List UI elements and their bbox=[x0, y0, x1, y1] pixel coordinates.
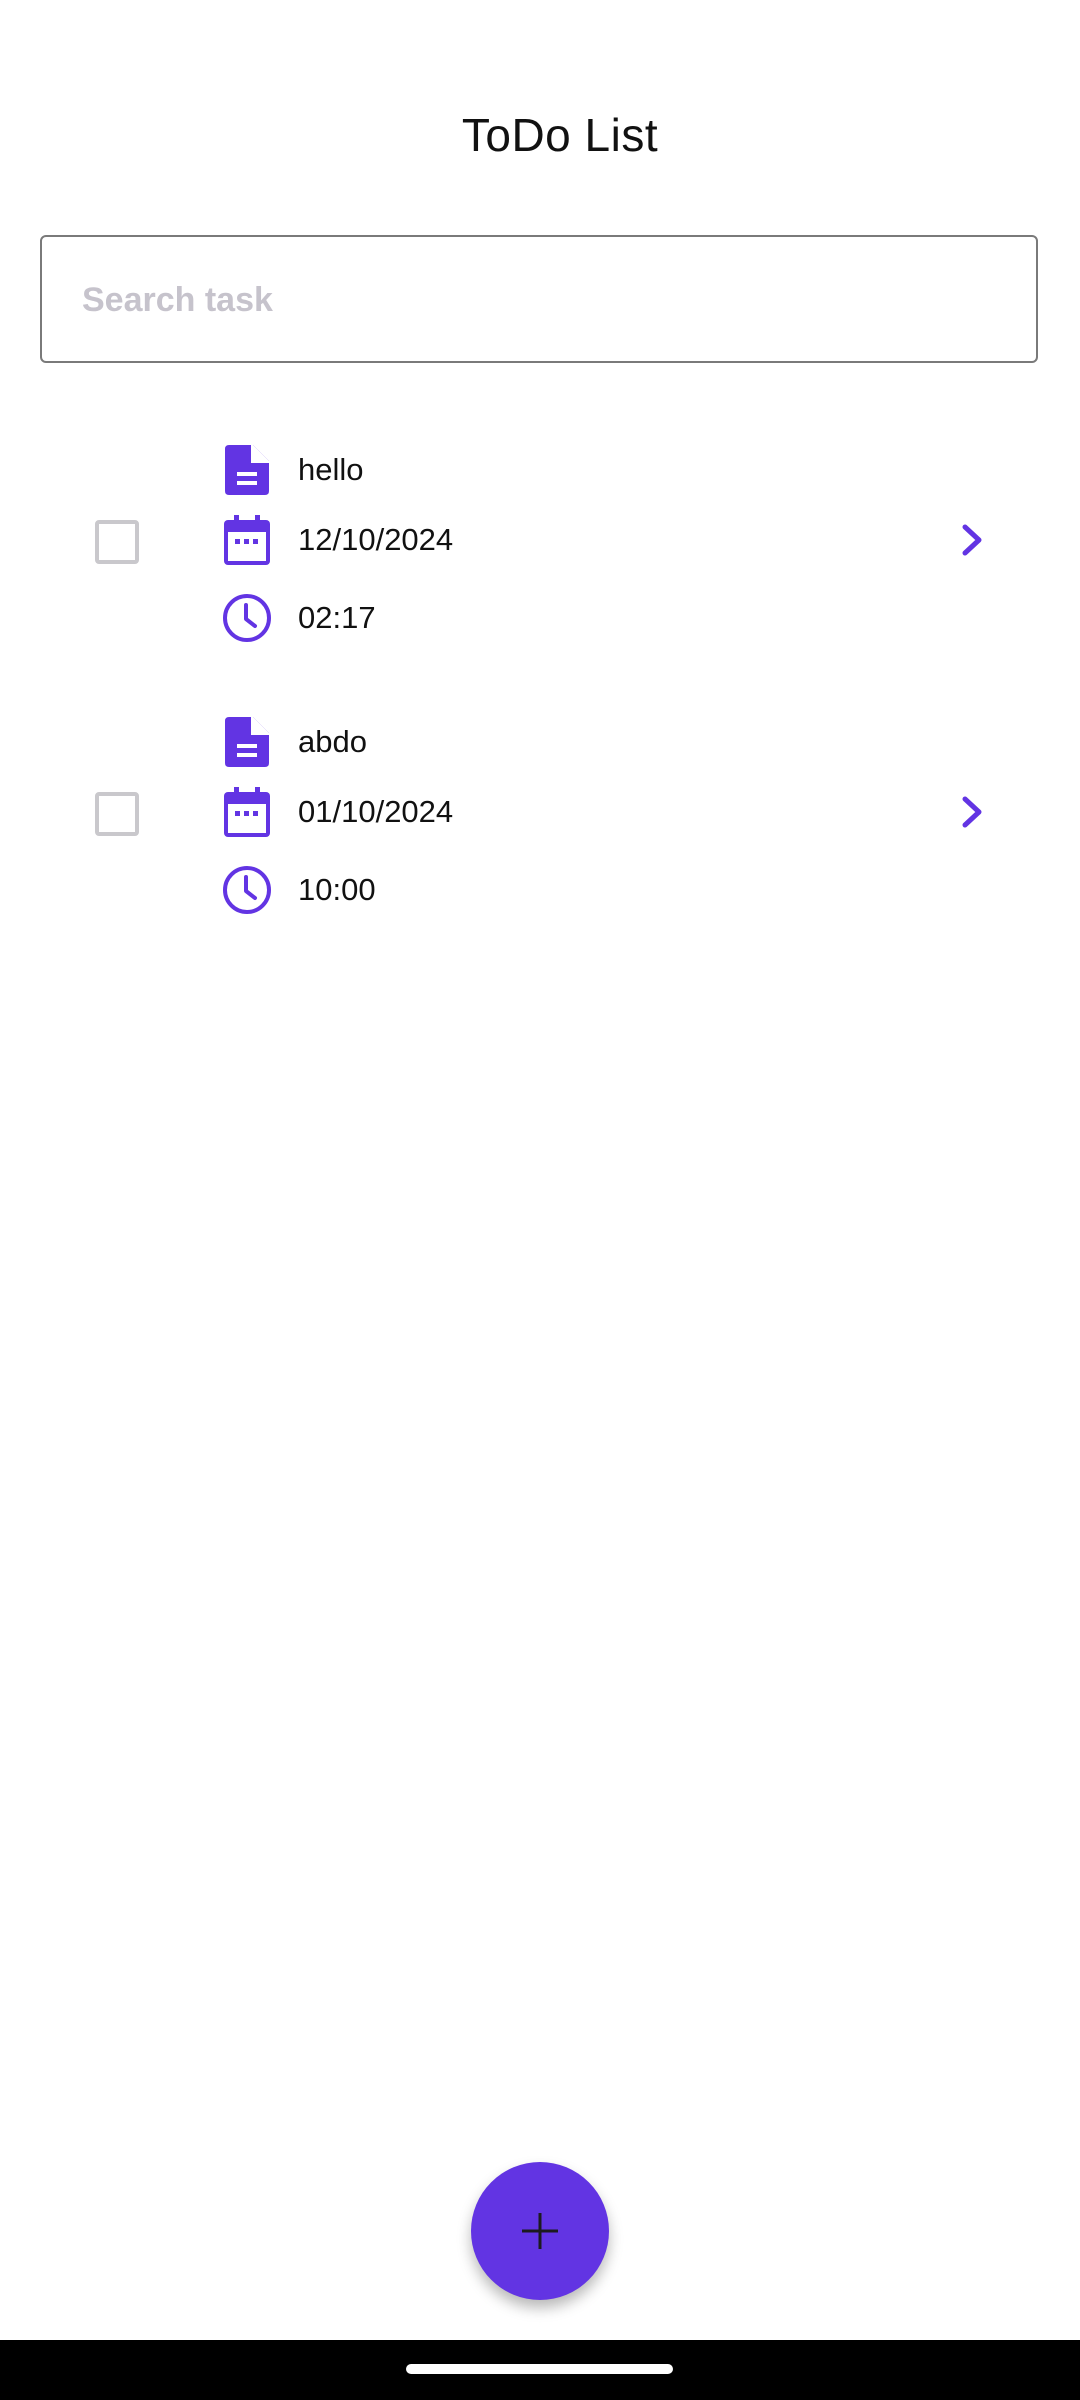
task-date: 12/10/2024 bbox=[298, 522, 454, 557]
chevron-right-icon[interactable] bbox=[954, 790, 990, 834]
todo-screen: ToDo List hello bbox=[0, 0, 1080, 2400]
task-time-row: 02:17 bbox=[222, 588, 376, 648]
task-name-row: hello bbox=[222, 440, 364, 500]
system-nav-bar bbox=[0, 2340, 1080, 2400]
task-time: 02:17 bbox=[298, 600, 376, 635]
task-time: 10:00 bbox=[298, 872, 376, 907]
task-name: hello bbox=[298, 452, 364, 487]
plus-icon bbox=[520, 2211, 560, 2251]
calendar-icon bbox=[222, 787, 272, 837]
document-icon bbox=[222, 717, 272, 767]
page-title: ToDo List bbox=[461, 109, 659, 161]
task-time-row: 10:00 bbox=[222, 860, 376, 920]
search-input[interactable] bbox=[80, 237, 984, 363]
chevron-right-icon[interactable] bbox=[954, 518, 990, 562]
task-date: 01/10/2024 bbox=[298, 794, 454, 829]
task-checkbox[interactable] bbox=[95, 792, 139, 836]
add-task-button[interactable] bbox=[471, 2162, 609, 2300]
clock-icon bbox=[222, 865, 272, 915]
search-field[interactable] bbox=[40, 235, 1038, 363]
task-name-row: abdo bbox=[222, 712, 367, 772]
task-name: abdo bbox=[298, 724, 367, 759]
task-item[interactable]: abdo 01/10/2024 10:00 bbox=[0, 702, 1080, 932]
task-item[interactable]: hello 12/10/2024 02:17 bbox=[0, 430, 1080, 660]
task-date-row: 01/10/2024 bbox=[222, 782, 453, 842]
clock-icon bbox=[222, 593, 272, 643]
document-icon bbox=[222, 445, 272, 495]
calendar-icon bbox=[222, 515, 272, 565]
task-date-row: 12/10/2024 bbox=[222, 510, 453, 570]
task-checkbox[interactable] bbox=[95, 520, 139, 564]
home-indicator[interactable] bbox=[406, 2364, 673, 2374]
